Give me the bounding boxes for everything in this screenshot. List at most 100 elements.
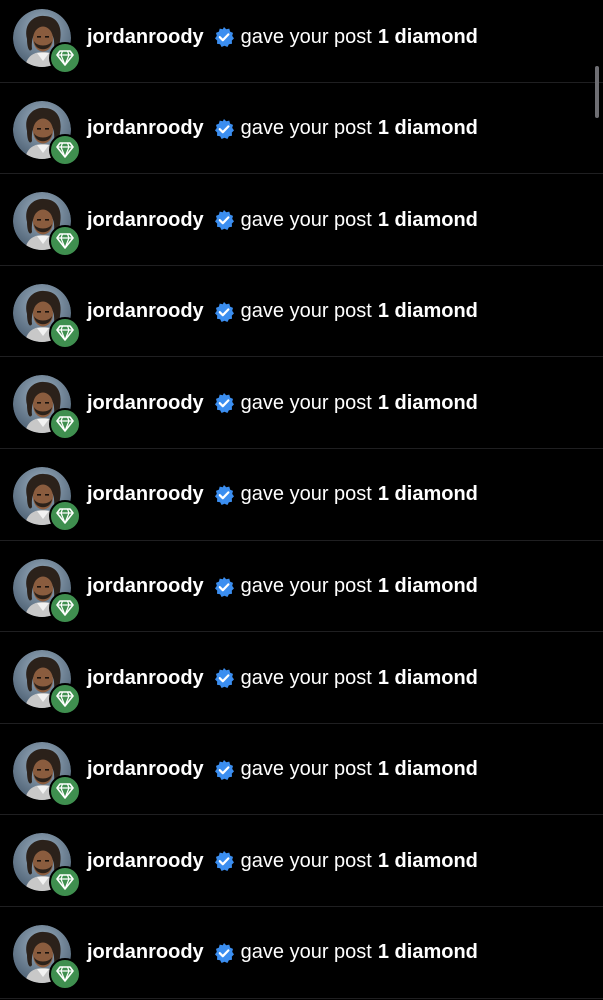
username-link[interactable]: jordanroody	[87, 575, 204, 598]
notification-text: jordanroody gave your post 1 diamond	[87, 574, 478, 600]
notification-row[interactable]: jordanroody gave your post 1 diamond	[0, 0, 603, 83]
notification-text: jordanroody gave your post 1 diamond	[87, 757, 478, 783]
avatar-container[interactable]	[13, 100, 81, 166]
diamond-badge	[49, 591, 81, 624]
username-link[interactable]: jordanroody	[87, 26, 204, 49]
username-link[interactable]: jordanroody	[87, 850, 204, 873]
avatar-container[interactable]	[13, 375, 81, 441]
avatar-container[interactable]	[13, 466, 81, 532]
verified-check-icon	[214, 118, 234, 139]
diamond-count: 1 diamond	[377, 208, 478, 231]
verified-check-icon	[214, 210, 234, 231]
username-link[interactable]: jordanroody	[87, 758, 204, 781]
username-link[interactable]: jordanroody	[87, 941, 204, 964]
diamond-count: 1 diamond	[377, 25, 478, 48]
avatar-container[interactable]	[13, 283, 81, 349]
diamond-badge	[49, 225, 81, 258]
verified-badge	[213, 667, 235, 689]
diamond-count: 1 diamond	[377, 391, 478, 414]
verified-badge	[213, 942, 235, 964]
notification-row[interactable]: jordanroody gave your post 1 diamond	[0, 357, 603, 449]
notification-row[interactable]: jordanroody gave your post 1 diamond	[0, 174, 603, 266]
verified-check-icon	[214, 942, 234, 963]
notification-text: jordanroody gave your post 1 diamond	[87, 665, 478, 691]
verified-badge	[213, 850, 235, 872]
action-text: gave your post	[240, 849, 372, 872]
action-text: gave your post	[240, 208, 372, 231]
diamond-badge	[49, 408, 81, 441]
verified-badge	[213, 759, 235, 781]
diamond-icon	[56, 782, 74, 799]
diamond-count: 1 diamond	[377, 117, 478, 140]
notification-row[interactable]: jordanroody gave your post 1 diamond	[0, 83, 603, 175]
diamond-badge	[49, 133, 81, 166]
verified-badge	[213, 576, 235, 598]
avatar-container[interactable]	[13, 192, 81, 258]
avatar-container[interactable]	[13, 9, 81, 74]
action-text: gave your post	[240, 300, 372, 323]
diamond-badge	[49, 499, 81, 532]
notification-text: jordanroody gave your post 1 diamond	[87, 116, 478, 142]
diamond-count: 1 diamond	[377, 575, 478, 598]
diamond-icon	[56, 50, 74, 66]
diamond-icon	[56, 508, 74, 524]
verified-badge	[213, 118, 235, 140]
notification-row[interactable]: jordanroody gave your post 1 diamond	[0, 907, 603, 999]
verified-badge	[213, 209, 235, 231]
action-text: gave your post	[240, 391, 372, 414]
avatar-container[interactable]	[13, 924, 81, 990]
diamond-badge	[49, 683, 81, 716]
notification-row[interactable]: jordanroody gave your post 1 diamond	[0, 724, 603, 816]
action-text: gave your post	[240, 941, 372, 964]
notification-text: jordanroody gave your post 1 diamond	[87, 848, 478, 874]
verified-badge	[213, 301, 235, 323]
action-text: gave your post	[240, 117, 372, 140]
username-link[interactable]: jordanroody	[87, 392, 204, 415]
notification-text: jordanroody gave your post 1 diamond	[87, 940, 478, 966]
verified-badge	[213, 392, 235, 414]
notification-text: jordanroody gave your post 1 diamond	[87, 24, 478, 50]
diamond-badge	[49, 957, 81, 990]
verified-check-icon	[214, 759, 234, 780]
diamond-count: 1 diamond	[377, 849, 478, 872]
diamond-count: 1 diamond	[377, 758, 478, 781]
notification-row[interactable]: jordanroody gave your post 1 diamond	[0, 449, 603, 541]
notification-text: jordanroody gave your post 1 diamond	[87, 390, 478, 416]
notification-text: jordanroody gave your post 1 diamond	[87, 207, 478, 233]
diamond-badge	[49, 42, 81, 74]
diamond-icon	[56, 233, 74, 249]
diamond-icon	[56, 966, 74, 982]
notification-row[interactable]: jordanroody gave your post 1 diamond	[0, 815, 603, 907]
avatar-container[interactable]	[13, 558, 81, 624]
verified-badge	[213, 484, 235, 506]
username-link[interactable]: jordanroody	[87, 209, 204, 232]
username-link[interactable]: jordanroody	[87, 483, 204, 506]
notification-row[interactable]: jordanroody gave your post 1 diamond	[0, 541, 603, 633]
verified-check-icon	[214, 393, 234, 414]
avatar-container[interactable]	[13, 650, 81, 716]
diamond-icon	[56, 599, 74, 616]
username-link[interactable]: jordanroody	[87, 117, 204, 140]
action-text: gave your post	[240, 758, 372, 781]
notification-row[interactable]: jordanroody gave your post 1 diamond	[0, 632, 603, 724]
diamond-icon	[56, 691, 74, 707]
verified-check-icon	[214, 301, 234, 322]
username-link[interactable]: jordanroody	[87, 667, 204, 690]
diamond-icon	[56, 141, 74, 158]
action-text: gave your post	[240, 666, 372, 689]
diamond-badge	[49, 866, 81, 899]
diamond-count: 1 diamond	[377, 300, 478, 323]
diamond-count: 1 diamond	[377, 666, 478, 689]
scrollbar[interactable]	[595, 66, 599, 118]
verified-check-icon	[214, 668, 234, 689]
verified-check-icon	[214, 484, 234, 505]
avatar-container[interactable]	[13, 833, 81, 899]
diamond-count: 1 diamond	[377, 941, 478, 964]
diamond-icon	[56, 874, 74, 891]
diamond-badge	[49, 316, 81, 349]
notification-row[interactable]: jordanroody gave your post 1 diamond	[0, 266, 603, 358]
avatar-container[interactable]	[13, 741, 81, 807]
username-link[interactable]: jordanroody	[87, 300, 204, 323]
diamond-icon	[56, 324, 74, 341]
verified-check-icon	[214, 576, 234, 597]
